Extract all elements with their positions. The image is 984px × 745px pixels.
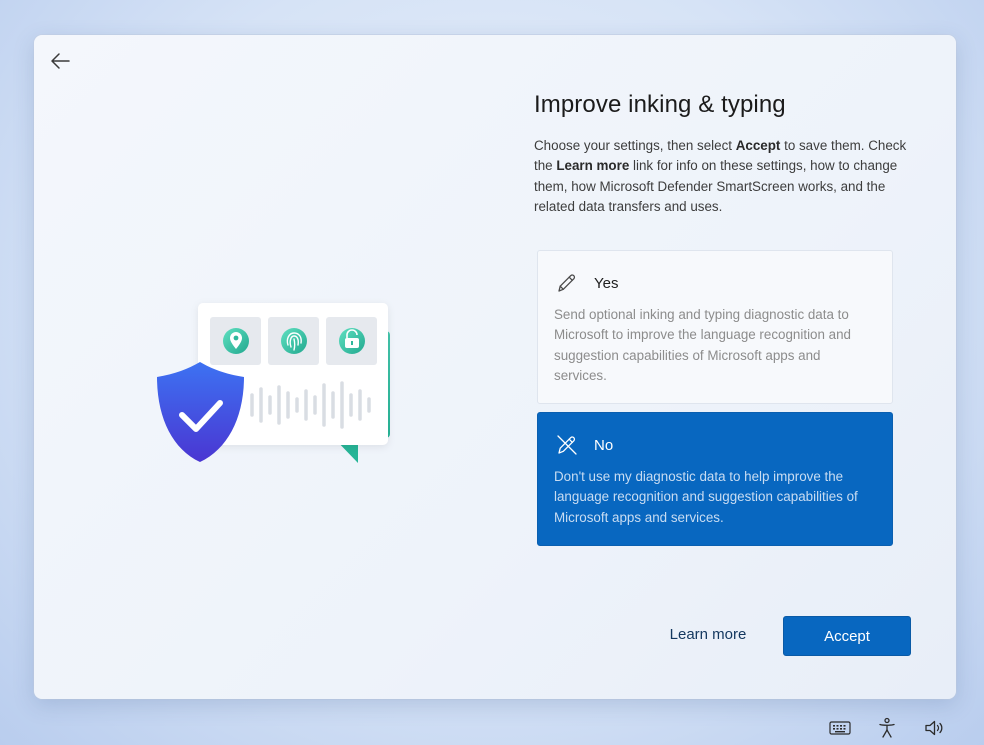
option-yes-description: Send optional inking and typing diagnost… — [554, 307, 852, 383]
keyboard-button[interactable] — [826, 716, 854, 740]
pen-off-icon — [554, 432, 580, 458]
fingerprint-icon — [281, 328, 307, 354]
shield-check-icon — [157, 362, 244, 462]
keyboard-icon — [829, 721, 851, 735]
accessibility-button[interactable] — [874, 716, 900, 740]
option-no[interactable]: No Don't use my diagnostic data to help … — [537, 412, 893, 546]
volume-button[interactable] — [922, 716, 948, 740]
option-no-label: No — [594, 436, 614, 454]
option-yes[interactable]: Yes Send optional inking and typing diag… — [537, 250, 893, 404]
privacy-illustration — [157, 303, 390, 463]
option-yes-label: Yes — [594, 274, 619, 292]
page-title: Improve inking & typing — [534, 91, 786, 118]
oobe-window: Improve inking & typing Choose your sett… — [34, 35, 956, 699]
pen-icon — [554, 270, 580, 296]
learn-more-link[interactable]: Learn more — [660, 626, 756, 643]
volume-icon — [925, 720, 943, 736]
accept-button[interactable]: Accept — [783, 616, 911, 656]
location-icon — [223, 328, 249, 354]
accessibility-icon — [879, 717, 895, 738]
lock-icon — [339, 328, 365, 354]
back-button[interactable] — [46, 49, 74, 73]
arrow-left-icon — [51, 53, 70, 69]
option-no-description: Don't use my diagnostic data to help imp… — [554, 469, 858, 525]
page-description: Choose your settings, then select Accept… — [534, 138, 907, 214]
accept-emphasis: Accept — [735, 138, 781, 153]
learn-more-emphasis: Learn more — [556, 158, 630, 174]
